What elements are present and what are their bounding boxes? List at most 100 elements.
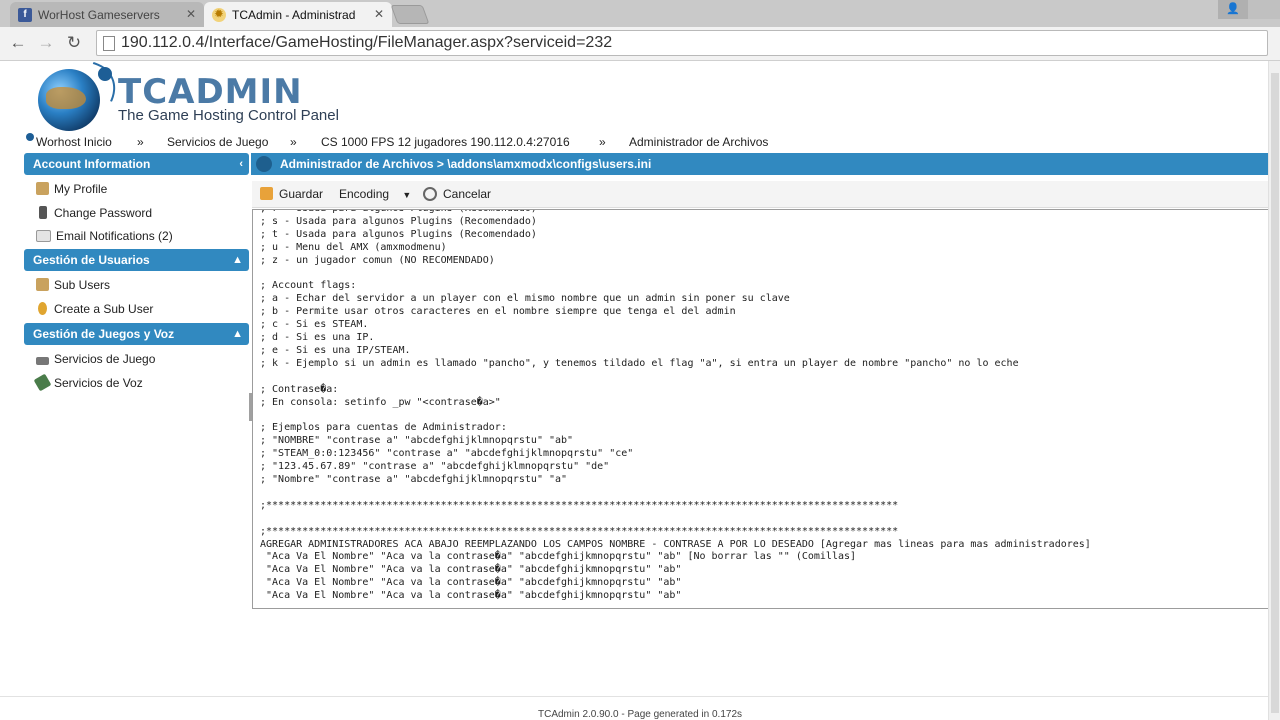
save-icon — [260, 187, 273, 200]
file-line — [260, 513, 1091, 526]
file-line: ; Account flags: — [260, 280, 357, 292]
add-user-icon — [38, 302, 47, 315]
file-line: ; t - Usada para algunos Plugins (Recome… — [260, 228, 537, 240]
cancel-icon — [423, 187, 437, 201]
panel-title: Gestión de Juegos y Voz — [33, 327, 175, 341]
file-line: "Aca Va El Nombre" "Aca va la contrase�a… — [260, 590, 682, 602]
save-label: Guardar — [279, 187, 324, 201]
file-line: ; "NOMBRE" "contrase a" "abcdefghijklmno… — [260, 435, 574, 447]
file-line: ; s - Usada para algunos Plugins (Recome… — [260, 215, 537, 227]
globe-icon — [38, 69, 100, 131]
collapse-arrow-icon[interactable]: ‹ — [239, 153, 243, 175]
sun-icon: ✹ — [212, 7, 226, 22]
panel-account-information[interactable]: Account Information ‹ — [24, 153, 249, 175]
user-icon — [36, 182, 49, 195]
file-line: ; "Nombre" "contrase a" "abcdefghijklmno… — [260, 474, 568, 486]
encoding-dropdown[interactable]: Encoding ▼ — [339, 186, 411, 202]
file-line: ;***************************************… — [260, 499, 899, 511]
tab-title: TCAdmin - Administrad — [232, 7, 356, 22]
breadcrumb-item-server[interactable]: CS 1000 FPS 12 jugadores 190.112.0.4:270… — [321, 135, 570, 149]
sidebar-item-voice-services[interactable]: Servicios de Voz — [33, 373, 143, 392]
file-path-header: Administrador de Archivos > \addons\amxm… — [251, 153, 1280, 175]
folder-icon — [256, 156, 272, 172]
file-line: ; Ejemplos para cuentas de Administrador… — [260, 422, 507, 434]
file-line: ; Contrase�a: — [260, 383, 339, 395]
tab-title: WorHost Gameservers — [38, 7, 160, 22]
back-arrow-icon[interactable]: ← — [8, 33, 28, 53]
file-editor-textarea[interactable]: ; r - Usada para algunos Plugins (Recome… — [252, 209, 1280, 609]
file-line: ; e - Si es una IP/STEAM. — [260, 344, 411, 356]
file-line: ; a - Echar del servidor a un player con… — [260, 293, 790, 305]
sidebar-item-label: Create a Sub User — [54, 302, 154, 316]
footer-divider — [0, 696, 1280, 697]
breadcrumb-separator: » — [137, 135, 144, 149]
browser-tab-tcadmin[interactable]: ✹ TCAdmin - Administrad ✕ — [204, 2, 392, 27]
sidebar-item-label: Change Password — [54, 206, 153, 220]
file-line: AGREGAR ADMINISTRADORES ACA ABAJO REEMPL… — [260, 538, 1091, 550]
panel-gestion-usuarios[interactable]: Gestión de Usuarios ▲ — [24, 249, 249, 271]
page-scrollbar[interactable] — [1268, 61, 1280, 720]
url-text: 190.112.0.4/Interface/GameHosting/FileMa… — [121, 34, 613, 51]
file-line: ; "123.45.67.89" "contrase a" "abcdefghi… — [260, 461, 610, 473]
file-path-title: Administrador de Archivos > \addons\amxm… — [280, 157, 652, 171]
panel-title: Gestión de Usuarios — [33, 253, 150, 267]
file-line: ; c - Si es STEAM. — [260, 319, 369, 331]
facebook-icon: f — [18, 7, 32, 22]
close-tab-icon[interactable]: ✕ — [374, 7, 384, 21]
close-tab-icon[interactable]: ✕ — [186, 7, 196, 21]
file-line: ;***************************************… — [260, 525, 899, 537]
file-line: ; u - Menu del AMX (amxmodmenu) — [260, 241, 447, 253]
sidebar-item-create-sub-user[interactable]: Create a Sub User — [36, 300, 153, 318]
address-bar[interactable]: 190.112.0.4/Interface/GameHosting/FileMa… — [96, 30, 1268, 56]
sidebar-item-game-services[interactable]: Servicios de Juego — [36, 350, 155, 368]
browser-toolbar: ← → ↻ 190.112.0.4/Interface/GameHosting/… — [0, 27, 1280, 61]
breadcrumb: Worhost Inicio » Servicios de Juego » CS… — [24, 132, 1280, 152]
sidebar-item-label: Servicios de Voz — [54, 376, 143, 390]
user-icon[interactable]: 👤 — [1218, 0, 1248, 19]
file-line: "Aca Va El Nombre" "Aca va la contrase�a… — [260, 577, 682, 589]
panel-title: Account Information — [33, 157, 151, 171]
sidebar-item-my-profile[interactable]: My Profile — [36, 180, 107, 198]
sidebar-item-email-notifications[interactable]: Email Notifications (2) — [36, 227, 173, 245]
encoding-label: Encoding — [339, 187, 390, 201]
page-content: TCADMIN The Game Hosting Control Panel W… — [0, 47, 1280, 720]
panel-gestion-juegos-voz[interactable]: Gestión de Juegos y Voz ▲ — [24, 323, 249, 345]
new-tab-button[interactable] — [390, 5, 430, 24]
sidebar-item-sub-users[interactable]: Sub Users — [36, 276, 110, 294]
reload-icon[interactable]: ↻ — [64, 33, 84, 53]
editor-toolbar: Guardar Encoding ▼ Cancelar — [252, 181, 1280, 208]
envelope-icon — [36, 230, 51, 242]
file-line — [260, 410, 1091, 423]
sidebar-item-label: Servicios de Juego — [54, 352, 156, 366]
save-button[interactable]: Guardar — [260, 186, 323, 202]
scrollbar-thumb[interactable] — [1271, 73, 1279, 713]
collapse-arrow-icon[interactable]: ▲ — [232, 249, 243, 271]
chevron-down-icon: ▼ — [402, 190, 412, 200]
file-line — [260, 371, 1091, 384]
window-control[interactable] — [1248, 0, 1280, 19]
footer-text: TCAdmin 2.0.90.0 - Page generated in 0.1… — [537, 709, 743, 720]
file-line: "Aca Va El Nombre" "Aca va la contrase�a… — [260, 551, 857, 563]
logo-subtitle: The Game Hosting Control Panel — [118, 107, 339, 124]
forward-arrow-icon[interactable]: → — [36, 33, 56, 53]
collapse-arrow-icon[interactable]: ▲ — [232, 323, 243, 345]
file-line: ; En consola: setinfo _pw "<contrase�a>" — [260, 396, 501, 408]
file-line: ; k - Ejemplo si un admin es llamado "pa… — [260, 357, 1019, 369]
breadcrumb-separator: » — [290, 135, 297, 149]
file-line: ; d - Si es una IP. — [260, 332, 375, 344]
file-line: ; "STEAM_0:0:123456" "contrase a" "abcde… — [260, 448, 634, 460]
lock-icon — [39, 206, 47, 219]
breadcrumb-item-game-services[interactable]: Servicios de Juego — [167, 135, 268, 149]
breadcrumb-item-file-manager[interactable]: Administrador de Archivos — [629, 135, 768, 149]
game-icon — [36, 357, 49, 365]
sidebar-item-label: Sub Users — [54, 278, 111, 292]
page-icon — [103, 36, 115, 51]
browser-tab-worhost[interactable]: f WorHost Gameservers ✕ — [10, 2, 204, 27]
file-line: "Aca Va El Nombre" "Aca va la contrase�a… — [260, 564, 682, 576]
cancel-button[interactable]: Cancelar — [423, 186, 491, 202]
breadcrumb-item-home[interactable]: Worhost Inicio — [36, 135, 112, 149]
sidebar-item-label: My Profile — [54, 182, 108, 196]
sidebar-item-change-password[interactable]: Change Password — [36, 204, 152, 222]
file-content: ; r - Usada para algunos Plugins (Recome… — [260, 210, 1091, 603]
file-line: ; b - Permite usar otros caracteres en e… — [260, 306, 736, 318]
